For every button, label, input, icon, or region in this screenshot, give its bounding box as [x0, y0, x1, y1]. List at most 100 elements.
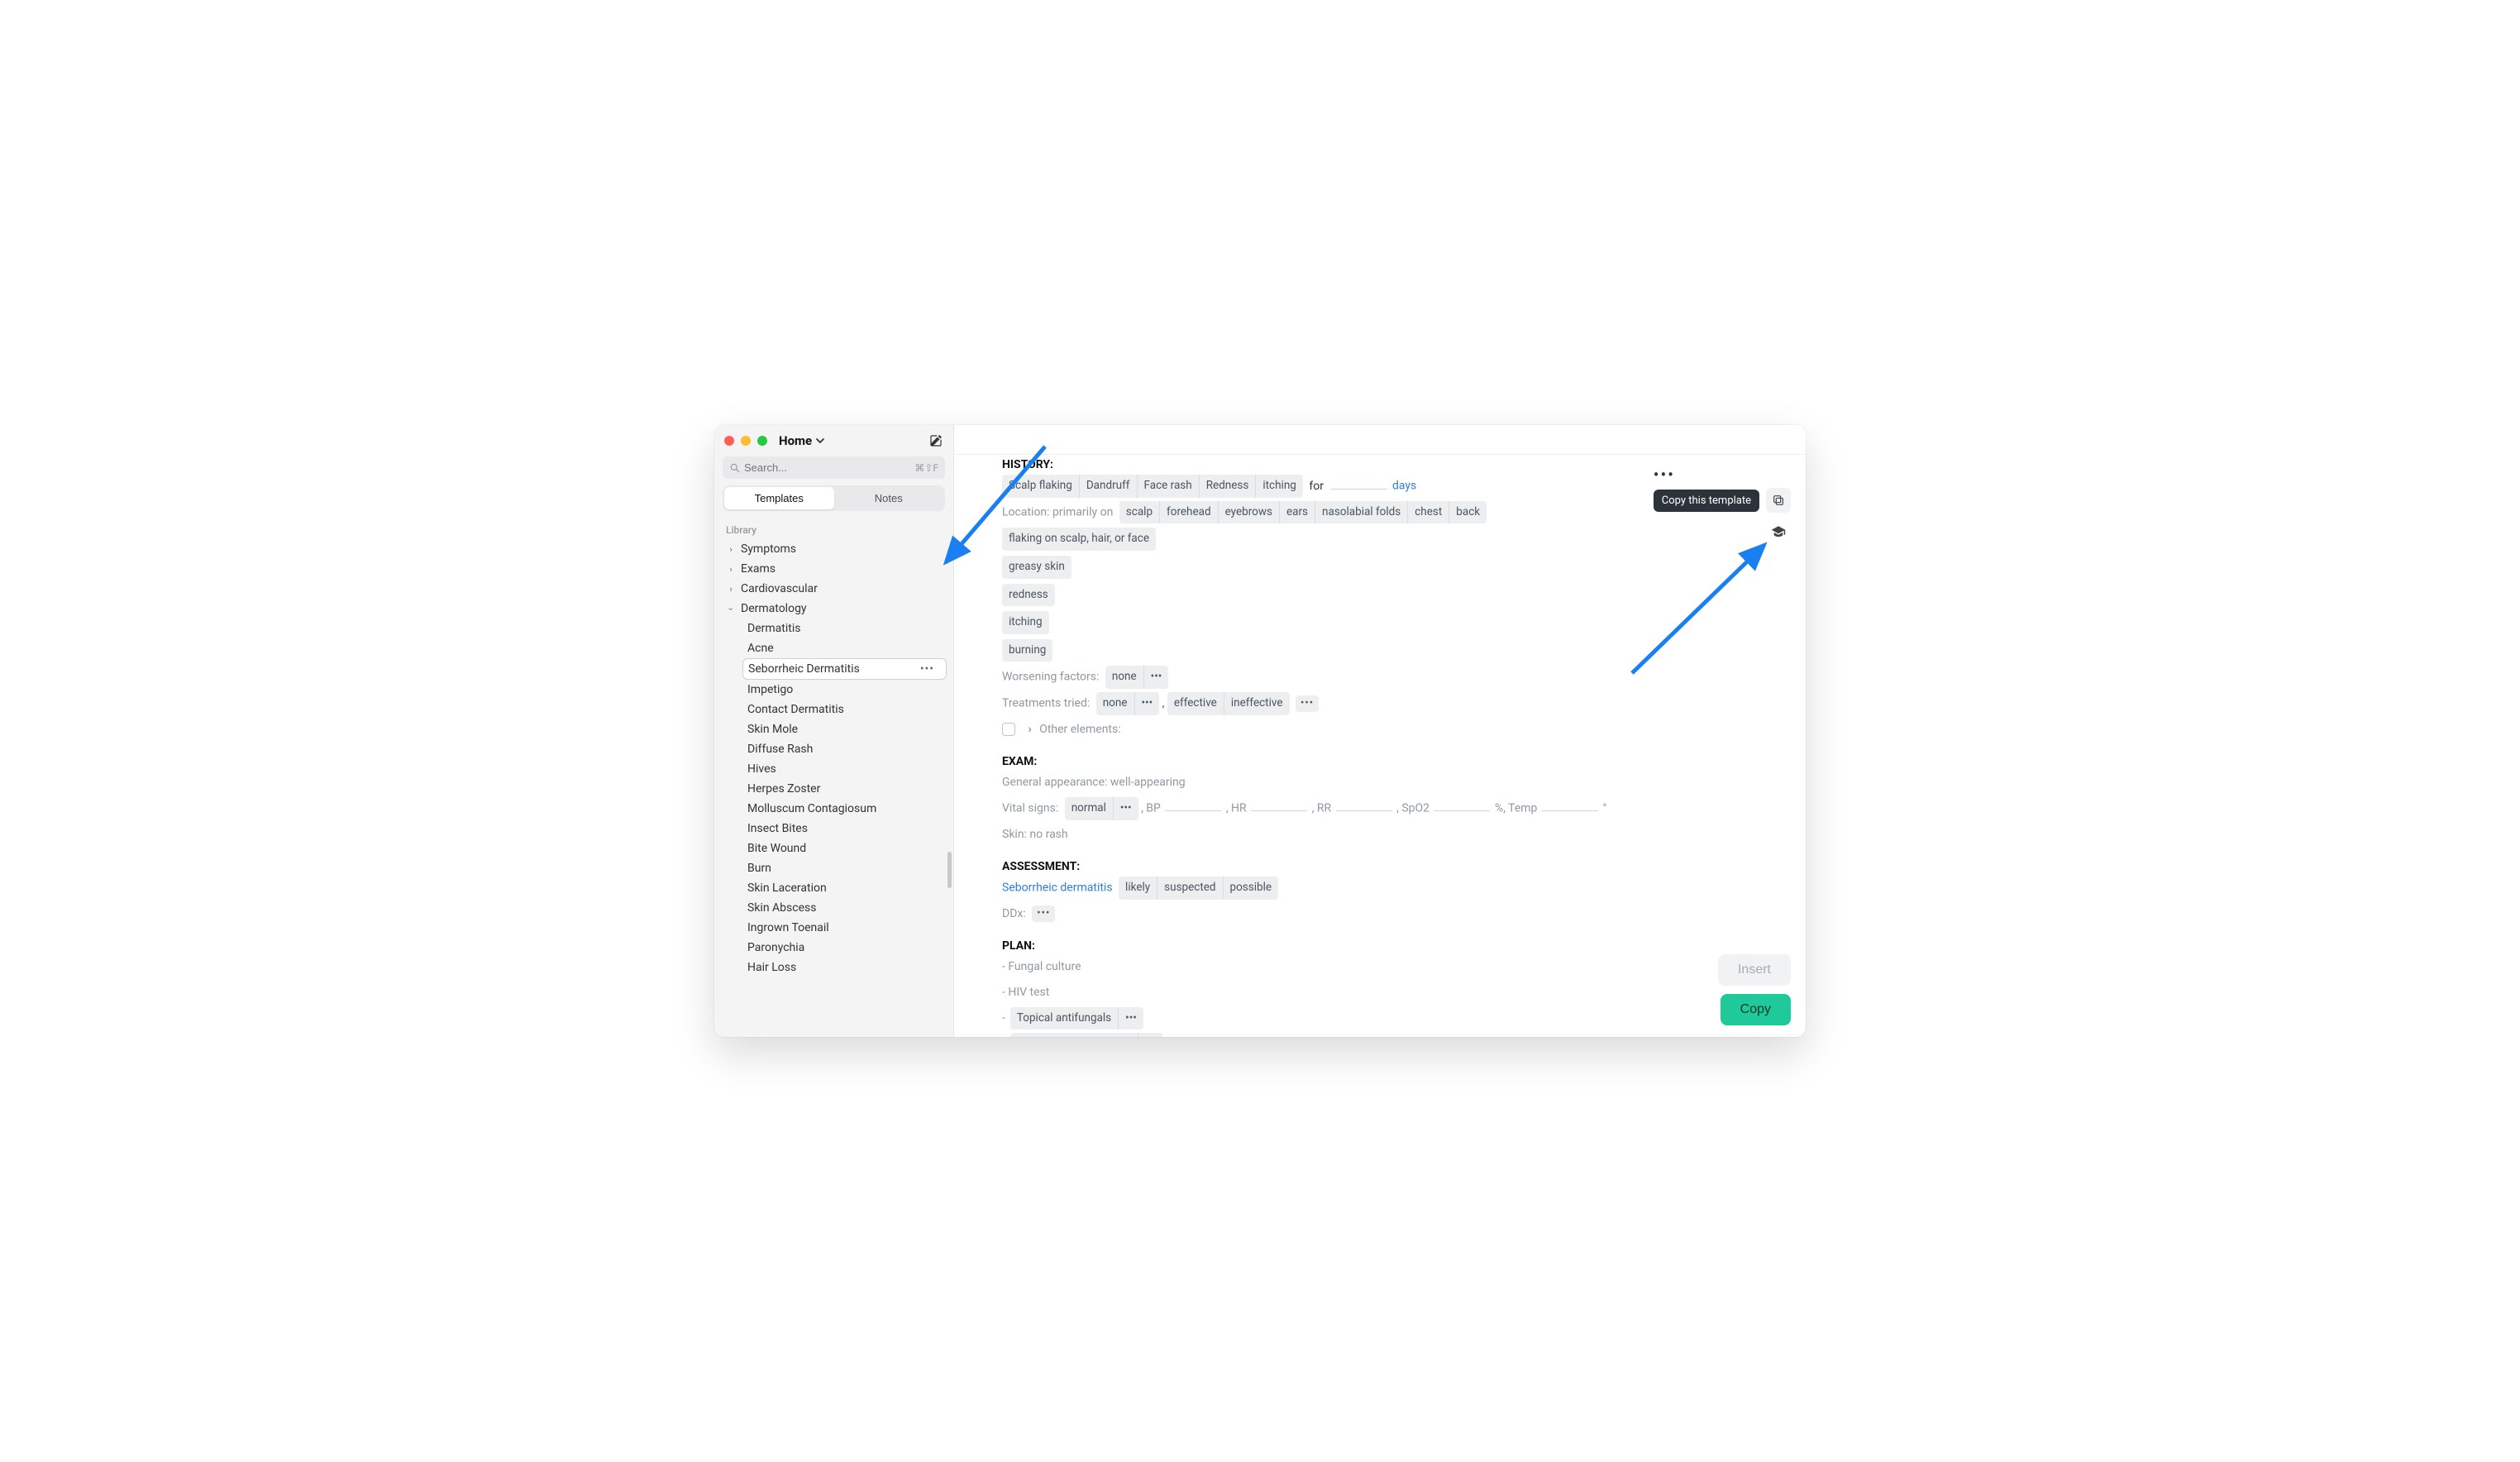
checkbox-icon[interactable]: [1002, 723, 1015, 736]
duration-blank[interactable]: [1331, 478, 1387, 490]
outcome-option[interactable]: effective: [1167, 692, 1224, 715]
worsening-pill[interactable]: none •••: [1105, 666, 1168, 689]
tree-leaf[interactable]: Dermatitis: [742, 619, 947, 638]
tree-leaf[interactable]: Burn: [742, 858, 947, 878]
more-options-icon[interactable]: •••: [1134, 692, 1160, 715]
tree-leaf-label: Ingrown Toenail: [747, 921, 829, 934]
tree-leaf[interactable]: Skin Mole: [742, 719, 947, 739]
tree-leaf[interactable]: Hives: [742, 759, 947, 779]
treatment-outcomes[interactable]: effectiveineffective: [1167, 692, 1290, 715]
tree-leaf[interactable]: Acne: [742, 638, 947, 658]
vitals-pill[interactable]: normal •••: [1065, 797, 1138, 820]
more-menu-icon[interactable]: •••: [1654, 466, 1791, 483]
plan-pill-group[interactable]: Topical corticosteroids•••: [1010, 1033, 1162, 1037]
location-option[interactable]: forehead: [1159, 501, 1218, 524]
other-elements-line[interactable]: › Other elements:: [1002, 719, 1756, 741]
main-panel: ••• Copy this template: [954, 425, 1806, 1037]
location-option[interactable]: scalp: [1119, 501, 1159, 524]
location-option[interactable]: back: [1449, 501, 1487, 524]
symptom-pill[interactable]: greasy skin: [1002, 556, 1071, 579]
chief-option[interactable]: Dandruff: [1079, 475, 1137, 498]
symptom-pill[interactable]: burning: [1002, 639, 1052, 662]
search-input-wrap[interactable]: ⌘⇧F: [723, 456, 945, 479]
more-options-icon[interactable]: •••: [917, 663, 938, 675]
more-options-icon[interactable]: •••: [1138, 1033, 1163, 1037]
tree-leaf[interactable]: Impetigo: [742, 680, 947, 700]
tree-leaf[interactable]: Molluscum Contagiosum: [742, 799, 947, 819]
tree-leaf[interactable]: Ingrown Toenail: [742, 918, 947, 938]
right-rail: ••• Copy this template: [1654, 466, 1791, 551]
tree-leaf[interactable]: Skin Abscess: [742, 898, 947, 918]
tree-leaf-label: Bite Wound: [747, 842, 806, 855]
symptom-pill[interactable]: redness: [1002, 584, 1055, 607]
more-options-icon[interactable]: •••: [1143, 666, 1169, 689]
tree-leaf[interactable]: Herpes Zoster: [742, 779, 947, 799]
more-options-icon[interactable]: •••: [1296, 695, 1319, 712]
fullscreen-window-icon[interactable]: [757, 436, 767, 446]
outcome-option[interactable]: ineffective: [1224, 692, 1290, 715]
chevron-down-icon: ›: [726, 604, 737, 614]
compose-icon[interactable]: [928, 433, 943, 448]
education-button[interactable]: [1766, 519, 1791, 544]
plan-pill-group[interactable]: Topical antifungals•••: [1010, 1007, 1143, 1030]
tree-group-exams[interactable]: › Exams: [714, 559, 953, 579]
tree-group-dermatology[interactable]: › Dermatology: [714, 599, 953, 619]
scrollbar-thumb[interactable]: [947, 852, 952, 888]
location-option[interactable]: ears: [1279, 501, 1315, 524]
copy-template-button[interactable]: [1766, 488, 1791, 513]
tree-leaf[interactable]: Paronychia: [742, 938, 947, 958]
tree-leaf-label: Skin Laceration: [747, 882, 827, 895]
dx-qualifiers[interactable]: likelysuspectedpossible: [1119, 877, 1278, 900]
treatments-pill[interactable]: none •••: [1096, 692, 1159, 715]
qualifier-option[interactable]: suspected: [1157, 877, 1222, 900]
chief-option[interactable]: Scalp flaking: [1002, 475, 1079, 498]
plan-item: -Topical antifungals•••: [1002, 1007, 1756, 1030]
titlebar: Home: [714, 425, 953, 456]
dx-link[interactable]: Seborrheic dermatitis: [1002, 882, 1113, 895]
more-options-icon[interactable]: •••: [1118, 1007, 1143, 1030]
bp-blank[interactable]: [1165, 800, 1221, 811]
insert-button[interactable]: Insert: [1718, 954, 1791, 986]
qualifier-option[interactable]: possible: [1223, 877, 1279, 900]
symptom-pill[interactable]: flaking on scalp, hair, or face: [1002, 528, 1156, 551]
close-window-icon[interactable]: [724, 436, 734, 446]
tree-group-label: Symptoms: [741, 542, 796, 556]
chief-option[interactable]: Redness: [1199, 475, 1256, 498]
tab-notes[interactable]: Notes: [834, 487, 944, 509]
tree-group-cardiovascular[interactable]: › Cardiovascular: [714, 579, 953, 599]
tab-templates[interactable]: Templates: [724, 487, 834, 509]
hr-blank[interactable]: [1251, 800, 1307, 811]
location-option[interactable]: eyebrows: [1218, 501, 1279, 524]
tree-leaf[interactable]: Skin Laceration: [742, 878, 947, 898]
more-options-icon[interactable]: •••: [1113, 797, 1138, 820]
temp-blank[interactable]: [1542, 800, 1598, 811]
rr-blank[interactable]: [1336, 800, 1392, 811]
graduation-cap-icon: [1771, 524, 1786, 539]
chief-complaint-options[interactable]: Scalp flakingDandruffFace rashRednessitc…: [1002, 475, 1303, 498]
search-input[interactable]: [741, 460, 914, 475]
chief-option[interactable]: itching: [1255, 475, 1303, 498]
tree-leaf[interactable]: Bite Wound: [742, 838, 947, 858]
tree-leaf-label: Paronychia: [747, 941, 804, 954]
home-dropdown[interactable]: Home: [779, 433, 825, 448]
tree-leaf-label: Impetigo: [747, 683, 793, 696]
location-option[interactable]: nasolabial folds: [1315, 501, 1407, 524]
qualifier-option[interactable]: likely: [1119, 877, 1157, 900]
tree-leaf[interactable]: Hair Loss: [742, 958, 947, 977]
location-options[interactable]: scalpforeheadeyebrowsearsnasolabial fold…: [1119, 501, 1487, 524]
minimize-window-icon[interactable]: [741, 436, 751, 446]
worsening-line: Worsening factors: none •••: [1002, 666, 1756, 689]
tree-leaf[interactable]: Diffuse Rash: [742, 739, 947, 759]
symptom-line: redness: [1002, 583, 1756, 608]
days-link[interactable]: days: [1392, 480, 1416, 493]
more-options-icon[interactable]: •••: [1032, 905, 1055, 922]
tree-leaf[interactable]: Seborrheic Dermatitis•••: [742, 658, 947, 680]
copy-button[interactable]: Copy: [1721, 994, 1791, 1025]
tree-leaf[interactable]: Contact Dermatitis: [742, 700, 947, 719]
location-option[interactable]: chest: [1407, 501, 1449, 524]
tree-leaf[interactable]: Insect Bites: [742, 819, 947, 838]
tree-group-symptoms[interactable]: › Symptoms: [714, 539, 953, 559]
chief-option[interactable]: Face rash: [1137, 475, 1199, 498]
symptom-pill[interactable]: itching: [1002, 611, 1049, 634]
spo2-blank[interactable]: [1434, 800, 1490, 811]
